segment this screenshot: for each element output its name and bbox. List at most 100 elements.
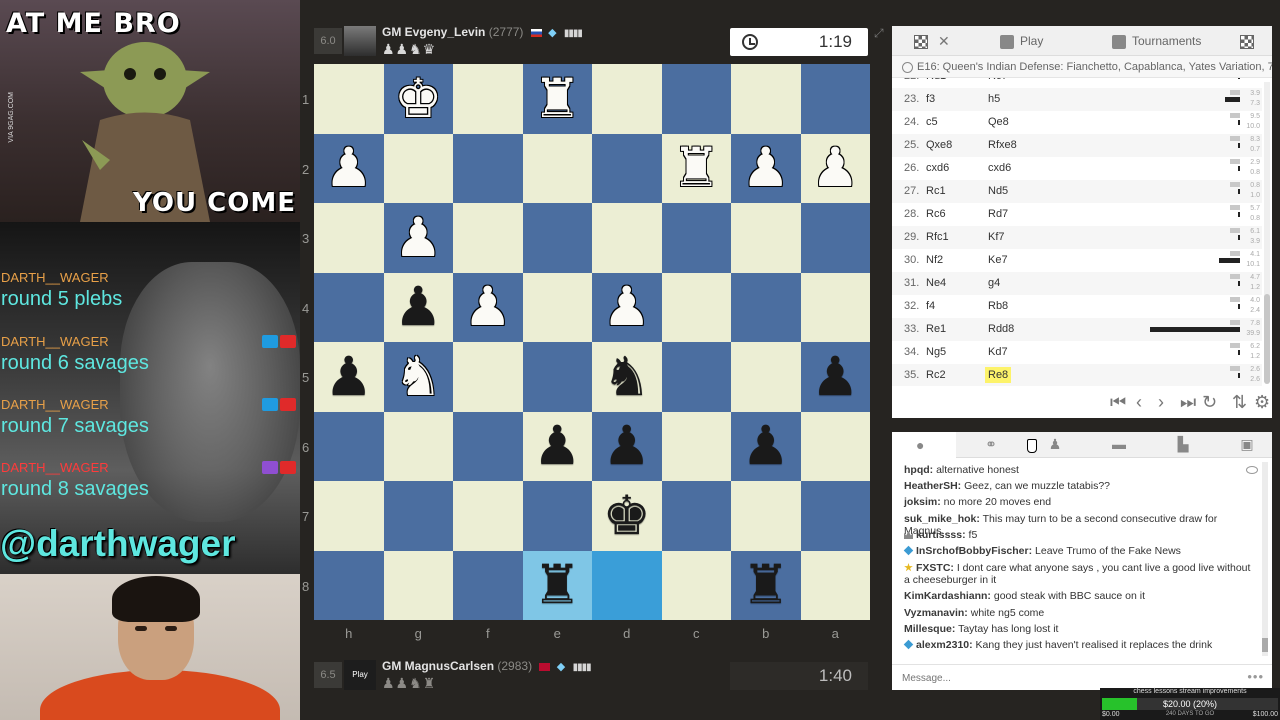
- black-rook-icon[interactable]: ♜: [523, 551, 593, 621]
- move-row[interactable]: 35. Rc2 Re8 2.6 2.6: [892, 364, 1262, 386]
- black-pawn-icon[interactable]: ♟: [801, 342, 871, 412]
- white-rook-icon[interactable]: ♜: [662, 134, 732, 204]
- black-pawn-icon[interactable]: ♟: [592, 412, 662, 482]
- chat-username[interactable]: joksim:: [904, 496, 941, 508]
- chat-username[interactable]: alexm2310:: [916, 639, 973, 651]
- last-move-button[interactable]: ⏭: [1180, 392, 1196, 413]
- board-square[interactable]: [453, 550, 523, 620]
- board-square[interactable]: [731, 203, 801, 273]
- board-square[interactable]: [661, 342, 731, 412]
- board-square[interactable]: [522, 203, 592, 273]
- board-square[interactable]: ♜: [731, 550, 801, 621]
- chat-message-input[interactable]: [902, 669, 1232, 687]
- move-row[interactable]: 34. Ng5 Kd7 6.2 1.2: [892, 341, 1262, 364]
- board-square[interactable]: ♟: [731, 411, 801, 481]
- board-square[interactable]: ♜: [661, 133, 732, 204]
- move-row[interactable]: 33. Re1 Rdd8 7.8 39.9: [892, 318, 1262, 341]
- board-square[interactable]: [800, 272, 870, 342]
- board-square[interactable]: [661, 272, 731, 342]
- current-move[interactable]: Re8: [985, 367, 1012, 383]
- black-move[interactable]: Rc7: [988, 78, 1008, 82]
- black-king-icon[interactable]: ♚: [592, 481, 662, 551]
- board-square[interactable]: [800, 64, 870, 134]
- black-move[interactable]: h5: [988, 93, 1000, 105]
- board-square[interactable]: [453, 203, 523, 273]
- move-row[interactable]: 30. Nf2 Ke7 4.1 10.1: [892, 249, 1262, 272]
- black-move[interactable]: Ke7: [988, 254, 1008, 266]
- white-move[interactable]: Rc1: [926, 185, 946, 197]
- tab-chat[interactable]: ●: [892, 432, 956, 458]
- board-square[interactable]: [453, 411, 523, 481]
- tab-players[interactable]: ♟: [1046, 437, 1064, 451]
- black-move[interactable]: Rb8: [988, 300, 1008, 312]
- move-row[interactable]: 24. c5 Qe8 9.5 10.0: [892, 111, 1262, 134]
- board-square[interactable]: ♟: [731, 133, 801, 204]
- board-square[interactable]: [314, 64, 384, 134]
- black-pawn-icon[interactable]: ♟: [314, 342, 384, 412]
- tab-stats[interactable]: ▙: [1174, 437, 1192, 451]
- black-pawn-icon[interactable]: ♟: [384, 273, 454, 343]
- white-pawn-icon[interactable]: ♟: [801, 134, 871, 204]
- move-row[interactable]: 32. f4 Rb8 4.0 2.4: [892, 295, 1262, 318]
- board-square[interactable]: [800, 481, 870, 551]
- black-move[interactable]: Rdd8: [988, 323, 1014, 335]
- white-move[interactable]: Ng5: [926, 346, 946, 358]
- black-pawn-icon[interactable]: ♟: [523, 412, 593, 482]
- white-move[interactable]: Nf2: [926, 254, 943, 266]
- tab-play[interactable]: Play: [1000, 26, 1043, 56]
- black-move[interactable]: Qe8: [988, 116, 1009, 128]
- board-square[interactable]: ♟: [592, 272, 662, 343]
- board-square[interactable]: ♟: [314, 133, 384, 204]
- chat-username[interactable]: Millesque:: [904, 623, 955, 635]
- board-square[interactable]: ♟: [800, 342, 871, 412]
- board-square[interactable]: ♞: [592, 342, 662, 412]
- bottom-player-name[interactable]: GM MagnusCarlsen (2983) ◆ ▮▮▮▮: [382, 659, 592, 673]
- board-square[interactable]: [383, 481, 453, 551]
- black-rook-icon[interactable]: ♜: [731, 551, 801, 621]
- board-square[interactable]: [592, 203, 662, 273]
- white-pawn-icon[interactable]: ♟: [314, 134, 384, 204]
- white-pawn-icon[interactable]: ♟: [592, 273, 662, 343]
- board-square[interactable]: [731, 481, 801, 551]
- white-pawn-icon[interactable]: ♟: [384, 203, 454, 273]
- white-pawn-icon[interactable]: ♟: [731, 134, 801, 204]
- chat-username[interactable]: Vyzmanavin:: [904, 607, 968, 619]
- expand-board-icon[interactable]: ⤢: [874, 26, 884, 41]
- white-rook-icon[interactable]: ♜: [523, 64, 593, 134]
- board-square[interactable]: [592, 64, 662, 134]
- chat-scroll-thumb[interactable]: [1262, 638, 1268, 652]
- chat-username[interactable]: InSrchofBobbyFischer:: [916, 545, 1032, 557]
- board-square[interactable]: [592, 133, 662, 203]
- board-square[interactable]: [314, 550, 384, 620]
- board-square[interactable]: [800, 550, 870, 620]
- board-square[interactable]: ♜: [522, 550, 593, 621]
- board-square[interactable]: [592, 550, 662, 620]
- move-row[interactable]: 27. Rc1 Nd5 0.8 1.0: [892, 180, 1262, 203]
- black-move[interactable]: cxd6: [988, 162, 1011, 174]
- white-move[interactable]: Ne4: [926, 277, 946, 289]
- eye-icon[interactable]: [1246, 466, 1258, 474]
- white-move[interactable]: cxd6: [926, 162, 949, 174]
- board-square[interactable]: [661, 411, 731, 481]
- move-row[interactable]: 31. Ne4 g4 4.7 1.2: [892, 272, 1262, 295]
- black-move[interactable]: Kf7: [988, 231, 1005, 243]
- move-row[interactable]: 29. Rfc1 Kf7 6.1 3.9: [892, 226, 1262, 249]
- top-player-avatar[interactable]: [344, 26, 376, 56]
- board-square[interactable]: [314, 411, 384, 481]
- white-move[interactable]: Re1: [926, 323, 946, 335]
- board-square[interactable]: [800, 203, 870, 273]
- white-move[interactable]: Rc2: [926, 369, 946, 381]
- board-square[interactable]: [522, 133, 592, 203]
- black-move[interactable]: Kd7: [988, 346, 1008, 358]
- black-move[interactable]: Nd5: [988, 185, 1008, 197]
- chat-username[interactable]: hpqd:: [904, 464, 933, 476]
- move-list-scroll-thumb[interactable]: [1264, 294, 1270, 384]
- white-move[interactable]: Rfc1: [926, 231, 949, 243]
- board-square[interactable]: ♜: [522, 64, 593, 134]
- chat-username[interactable]: HeatherSH:: [904, 480, 961, 492]
- close-tab-button[interactable]: ✕: [938, 26, 950, 56]
- move-row[interactable]: 28. Rc6 Rd7 5.7 0.8: [892, 203, 1262, 226]
- board-square[interactable]: [522, 481, 592, 551]
- next-move-button[interactable]: ›: [1158, 392, 1164, 413]
- white-move[interactable]: f3: [926, 93, 935, 105]
